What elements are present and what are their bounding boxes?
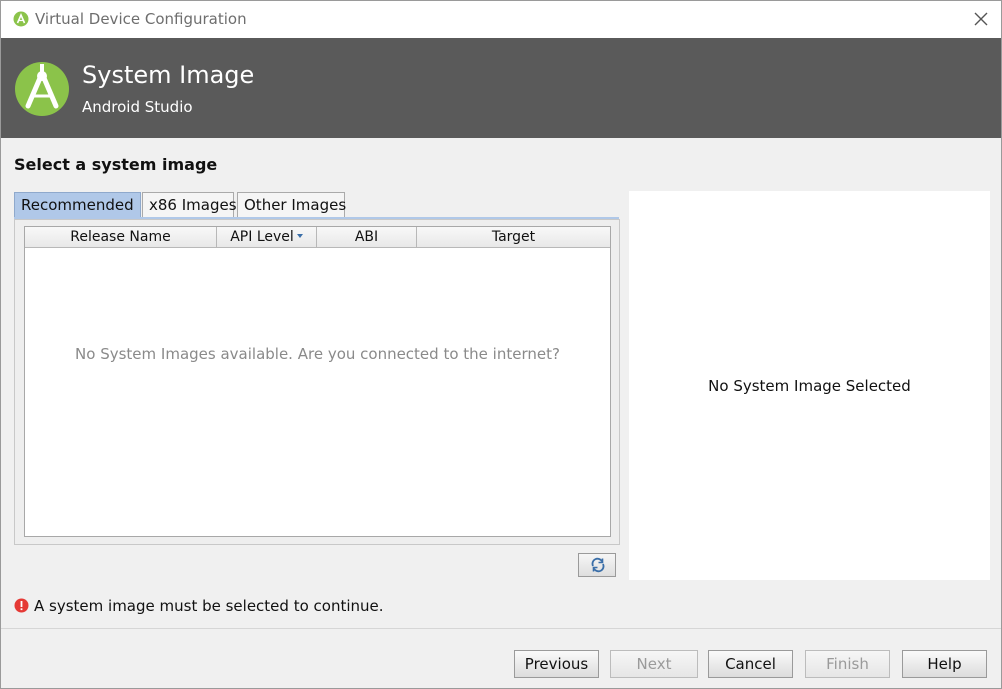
sort-descending-icon bbox=[296, 234, 303, 238]
title-bar: Virtual Device Configuration bbox=[1, 1, 1001, 38]
no-selection-message: No System Image Selected bbox=[708, 377, 911, 395]
android-studio-icon bbox=[13, 11, 29, 27]
finish-button[interactable]: Finish bbox=[805, 650, 890, 678]
previous-button[interactable]: Previous bbox=[514, 650, 599, 678]
error-message: A system image must be selected to conti… bbox=[34, 597, 384, 615]
table-header: Release Name API Level ABI Target bbox=[25, 227, 610, 248]
tab-other-images[interactable]: Other Images bbox=[237, 192, 346, 217]
banner-title: System Image bbox=[82, 61, 255, 89]
image-details-panel: No System Image Selected bbox=[629, 191, 990, 580]
error-icon bbox=[14, 598, 29, 613]
cancel-button[interactable]: Cancel bbox=[708, 650, 793, 678]
empty-table-message: No System Images available. Are you conn… bbox=[75, 345, 560, 363]
refresh-icon bbox=[591, 557, 605, 573]
section-title: Select a system image bbox=[14, 155, 218, 174]
footer-separator bbox=[1, 628, 1001, 629]
tab-x86-images[interactable]: x86 Images bbox=[142, 192, 237, 217]
virtual-device-configuration-dialog: Virtual Device Configuration System Imag… bbox=[0, 0, 1002, 689]
column-target[interactable]: Target bbox=[417, 227, 610, 247]
android-studio-logo-icon bbox=[15, 62, 69, 116]
close-icon[interactable] bbox=[969, 7, 993, 31]
banner-subtitle: Android Studio bbox=[82, 98, 193, 116]
tab-recommended[interactable]: Recommended bbox=[14, 192, 141, 217]
next-button[interactable]: Next bbox=[610, 650, 698, 678]
column-api-level[interactable]: API Level bbox=[217, 227, 317, 247]
window-title: Virtual Device Configuration bbox=[35, 10, 247, 28]
refresh-button[interactable] bbox=[578, 553, 616, 577]
help-button[interactable]: Help bbox=[902, 650, 987, 678]
column-release-name[interactable]: Release Name bbox=[25, 227, 217, 247]
system-image-panel: Release Name API Level ABI Target No Sys… bbox=[14, 219, 620, 545]
header-banner: System Image Android Studio bbox=[1, 38, 1001, 138]
system-image-table[interactable]: Release Name API Level ABI Target No Sys… bbox=[24, 226, 611, 537]
column-abi[interactable]: ABI bbox=[317, 227, 417, 247]
